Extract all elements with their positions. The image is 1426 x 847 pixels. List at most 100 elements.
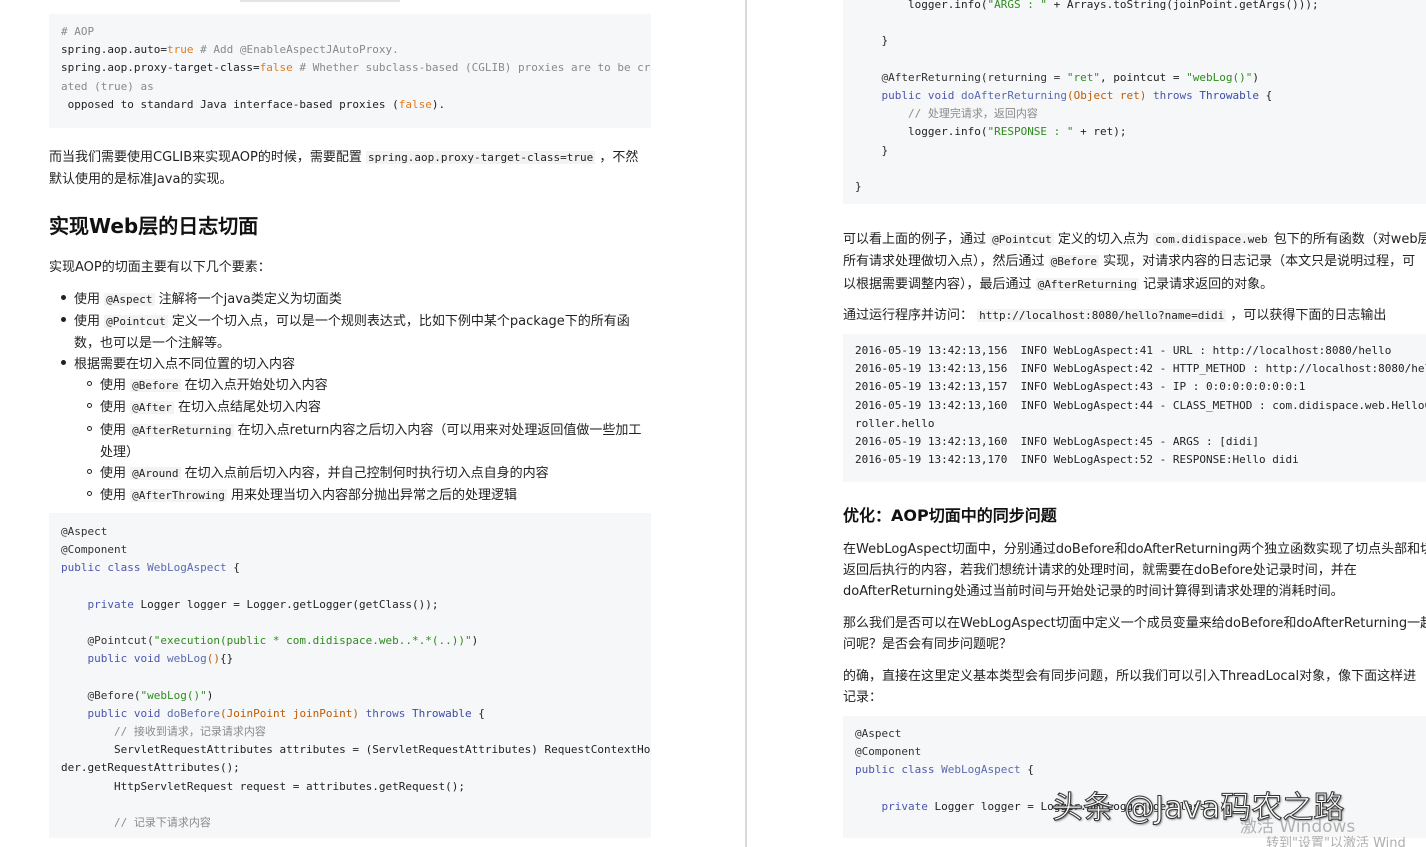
sub-bullet-circle (87, 491, 92, 496)
sync-paragraph-line2: 返回后执行的内容，若我们想统计请求的处理时间，就需要在doBefore处记录时间… (843, 563, 1357, 578)
sub-bullet-circle (87, 426, 92, 431)
code-token: spring.aop.proxy-target-class= (61, 61, 260, 75)
code-line: ated (true) as (61, 78, 639, 96)
bullet-dot (61, 360, 66, 365)
text-run: 定义一个切入点，可以是一个规则表达式，比如下例中某个package下的所有函 (171, 314, 630, 329)
sub-item-afterreturning: 使用 @AfterReturning 在切入点return内容之后切入内容（可以… (100, 419, 641, 438)
code-token: @Pointcut( (61, 634, 154, 648)
code-line: der.getRequestAttributes(); (61, 759, 639, 777)
code-token: // 记录下请求内容 (61, 816, 211, 829)
code-token: "webLog()" (1186, 70, 1253, 84)
code-token: opposed to standard Java interface-based… (61, 97, 399, 111)
code-line: @Pointcut("execution(public * com.didisp… (61, 632, 639, 650)
code-token: # AOP (61, 25, 95, 38)
code-token: ) (1252, 70, 1259, 84)
sub-item-after: 使用 @After 在切入点结尾处切入内容 (100, 396, 321, 415)
code-token: () (206, 652, 220, 666)
advice-code-block: logger.info("ARGS : " + Arrays.toString(… (843, 0, 1426, 204)
code-token: throws (359, 706, 413, 720)
code-line: public void doAfterReturning(Object ret)… (855, 87, 1426, 105)
code-token: doAfterReturning (960, 88, 1067, 102)
code-token: "webLog()" (140, 688, 207, 702)
inline-code: com.didispace.web (1153, 233, 1270, 246)
intro-text: 实现AOP的切面主要有以下几个要素： (49, 260, 271, 275)
text-run: 通过运行程序并访问： (843, 308, 974, 323)
code-line: opposed to standard Java interface-based… (61, 96, 639, 114)
code-token: 2016-05-19 13:42:13,156 INFO WebLogAspec… (855, 362, 1426, 376)
code-line: // 处理完请求，返回内容 (855, 105, 1426, 123)
code-token: WebLogAspect (941, 763, 1021, 777)
code-token: ). (431, 97, 446, 111)
inline-code: @Before (130, 379, 181, 392)
inline-code: @AfterThrowing (130, 489, 227, 502)
text-run: 实现，对请求内容的日志记录（本文只是说明过程，可 (1103, 254, 1416, 269)
code-token: @Before( (61, 688, 141, 702)
code-token: false (259, 61, 293, 75)
code-token: spring.aop.auto= (61, 43, 167, 57)
code-token: "RESPONSE : " (987, 125, 1074, 139)
code-line: } (855, 142, 1426, 160)
explain-paragraph-line1: 可以看上面的例子，通过 @Pointcut 定义的切入点为 com.didisp… (843, 228, 1426, 247)
list-item-pointcut-line2: 数，也可以是一个注解等。 (74, 336, 231, 351)
code-token: 2016-05-19 13:42:13,156 INFO WebLogAspec… (855, 344, 1392, 357)
code-line: @Component (855, 743, 1426, 761)
top-rule (240, 0, 400, 2)
sub-bullet-circle (87, 469, 92, 474)
code-line: ServletRequestAttributes attributes = (S… (61, 741, 651, 759)
code-token: } (855, 143, 889, 157)
text-run: 在切入点return内容之后切入内容（可以用来对处理返回值做一些加工 (237, 423, 642, 438)
code-line: // 接收到请求，记录请求内容 (61, 723, 639, 741)
text-run: 使用 (100, 488, 127, 503)
section-heading: 优化：AOP切面中的同步问题 (843, 506, 1057, 525)
code-token: public class (61, 561, 148, 575)
inline-code: @AfterReturning (1035, 278, 1139, 291)
bullet-dot (61, 317, 66, 322)
text-run: 使用 (74, 292, 101, 307)
inline-code: @Around (130, 467, 181, 480)
code-line: public class WebLogAspect { (61, 559, 639, 577)
text-run: 在切入点开始处切入内容 (184, 378, 328, 393)
code-line: @AfterReturning(returning = "ret", point… (855, 69, 1426, 87)
text-run: 定义的切入点为 (1057, 232, 1149, 247)
code-token: // 处理完请求，返回内容 (855, 107, 1038, 121)
code-line: logger.info("ARGS : " + Arrays.toString(… (855, 0, 1426, 14)
code-token: Throwable (412, 706, 472, 720)
code-token: true (166, 43, 194, 57)
inline-code: @Pointcut (990, 233, 1054, 246)
code-token: , pointcut = (1100, 70, 1187, 84)
code-line: 2016-05-19 13:42:13,157 INFO WebLogAspec… (855, 378, 1426, 396)
code-line: 2016-05-19 13:42:13,160 INFO WebLogAspec… (855, 433, 1426, 451)
sub-item-afterthrowing: 使用 @AfterThrowing 用来处理当切入内容部分抛出异常之后的处理逻辑 (100, 484, 517, 503)
list-item-pointcut: 使用 @Pointcut 定义一个切入点，可以是一个规则表达式，比如下例中某个p… (74, 310, 630, 329)
code-token: { (226, 561, 240, 575)
code-token: private (87, 597, 134, 611)
code-token: WebLogAspect (147, 561, 227, 575)
code-token: { (1259, 88, 1273, 102)
inline-code: @Aspect (104, 293, 155, 306)
code-token: public void (87, 706, 167, 720)
sub-item-around: 使用 @Around 在切入点前后切入内容，并自己控制何时执行切入点自身的内容 (100, 462, 549, 481)
code-line: @Component (61, 541, 639, 559)
code-token: + ret); (1073, 125, 1127, 139)
code-token: throws (1146, 88, 1200, 102)
left-page: # AOP spring.aop.auto=true # Add @EnableA… (0, 0, 745, 847)
right-page: logger.info("ARGS : " + Arrays.toString(… (747, 0, 1426, 847)
threadlocal-paragraph-line1: 的确，直接在这里定义基本类型会有同步问题，所以我们可以引入ThreadLocal… (843, 669, 1417, 684)
code-line: public void webLog(){} (61, 650, 639, 668)
text-run: 所有请求处理做切入点），然后通过 (843, 254, 1045, 269)
cglib-paragraph: 而当我们需要使用CGLIB来实现AOP的时候，需要配置 spring.aop.p… (49, 146, 638, 165)
code-token: 2016-05-19 13:42:13,170 INFO WebLogAspec… (855, 453, 1299, 467)
code-token: private (881, 799, 928, 813)
bullet-dot (61, 295, 66, 300)
code-token: der.getRequestAttributes(); (61, 761, 240, 775)
text-run: 使用 (100, 378, 127, 393)
code-token: public class (855, 763, 942, 777)
sync-paragraph-line1: 在WebLogAspect切面中，分别通过doBefore和doAfterRet… (843, 542, 1426, 557)
code-line: @Aspect (61, 523, 639, 541)
code-token: } (855, 34, 889, 48)
log-output-block: 2016-05-19 13:42:13,156 INFO WebLogAspec… (843, 334, 1426, 482)
